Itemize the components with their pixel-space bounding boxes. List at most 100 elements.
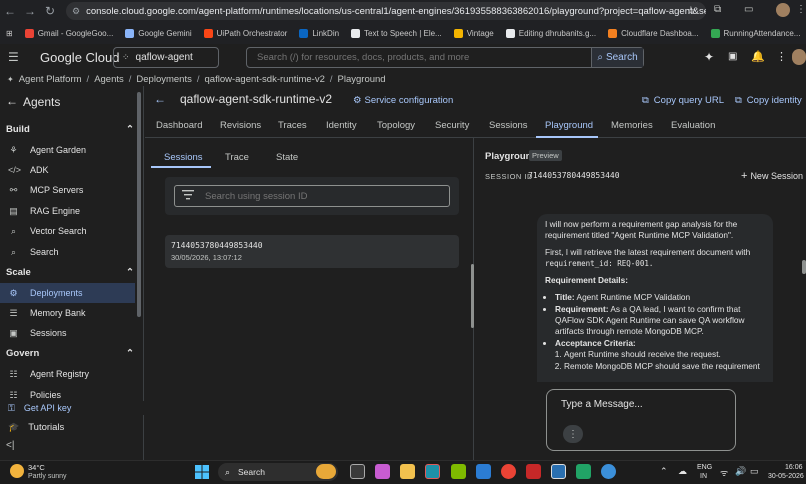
back-icon[interactable]: ← [0, 1, 20, 21]
nav-item-agent-garden[interactable]: ⚘ Agent Garden [0, 140, 135, 160]
cloud-shell-icon[interactable]: ▣ [728, 51, 737, 62]
network-app-icon[interactable] [601, 464, 616, 479]
nav-scrollbar[interactable] [137, 92, 141, 317]
more-options-icon[interactable]: ⋮ [563, 425, 583, 443]
subtab-sessions[interactable]: Sessions [164, 152, 203, 163]
gemini-sparkle-icon[interactable]: ✦ [704, 50, 714, 64]
wifi-icon[interactable]: ᯤ [720, 466, 728, 479]
tab-playground[interactable]: Playground [545, 120, 593, 131]
volume-icon[interactable]: 🔊 [735, 466, 746, 477]
file-explorer-icon[interactable] [400, 464, 415, 479]
extensions-icon[interactable]: ⧉ [714, 4, 721, 15]
copilot-icon[interactable] [375, 464, 390, 479]
panel-resize-handle[interactable] [471, 264, 474, 328]
bookmark-item[interactable]: LinkDin [299, 28, 339, 38]
session-search-input[interactable] [175, 190, 445, 202]
outlook-icon[interactable] [551, 464, 566, 479]
nav-item-deployments[interactable]: ⚙ Deployments [0, 283, 135, 303]
breadcrumb-item[interactable]: Agent Platform [19, 74, 82, 85]
subtab-trace[interactable]: Trace [225, 152, 249, 163]
nav-item-vector-search[interactable]: ⌕ Vector Search [0, 221, 135, 241]
tab-sessions[interactable]: Sessions [489, 120, 528, 131]
tutorials-link[interactable]: 🎓 Tutorials [0, 419, 144, 435]
new-session-button[interactable]: + New Session [741, 170, 803, 182]
site-info-icon[interactable]: ⚙ [72, 6, 80, 17]
nav-item-search[interactable]: ⌕ Search [0, 242, 135, 262]
bookmark-item[interactable]: Editing dhrubanits.g... [505, 28, 596, 38]
bookmark-item[interactable]: Text to Speech | Ele... [351, 28, 442, 38]
tab-memories[interactable]: Memories [611, 120, 653, 131]
tab-security[interactable]: Security [435, 120, 469, 131]
forward-icon[interactable]: → [20, 1, 40, 21]
back-arrow-icon[interactable]: ← [6, 94, 18, 108]
breadcrumb-item[interactable]: Deployments [136, 74, 191, 85]
cloud-sync-icon[interactable]: ☁ [678, 466, 687, 477]
bookmark-item[interactable]: Gmail - GoogleGoo... [24, 28, 113, 38]
account-avatar[interactable] [792, 49, 806, 65]
nav-item-sessions[interactable]: ▣ Sessions [0, 323, 135, 343]
tab-traces[interactable]: Traces [278, 120, 307, 131]
bookmark-item[interactable]: Google Gemini [125, 28, 192, 38]
main-menu-icon[interactable]: ☰ [8, 50, 19, 64]
more-options-icon[interactable]: ⋮ [776, 50, 787, 63]
browser-menu-icon[interactable]: ⋮ [796, 4, 806, 15]
session-list-item[interactable] [165, 235, 459, 268]
profile-avatar[interactable] [776, 3, 790, 17]
session-search-field[interactable] [174, 185, 450, 207]
project-picker[interactable]: ⁘ qaflow-agent [113, 47, 219, 68]
nav-section-build[interactable]: Build ⌃ [6, 124, 134, 135]
tab-search-icon[interactable]: ▭ [744, 4, 753, 15]
weather-icon[interactable] [10, 464, 24, 478]
nav-section-scale[interactable]: Scale ⌃ [6, 267, 134, 278]
breadcrumb-item[interactable]: qaflow-agent-sdk-runtime-v2 [205, 74, 325, 85]
google-cloud-logo[interactable]: Google Cloud [40, 50, 120, 65]
chevron-up-icon[interactable]: ⌃ [660, 466, 668, 477]
reload-icon[interactable]: ↻ [40, 1, 60, 21]
tab-topology[interactable]: Topology [377, 120, 415, 131]
bookmark-item[interactable]: Cloudflare Dashboa... [608, 28, 699, 38]
excel-icon[interactable] [576, 464, 591, 479]
store-icon[interactable] [451, 464, 466, 479]
breadcrumb-item[interactable]: Agents [94, 74, 124, 85]
tab-revisions[interactable]: Revisions [220, 120, 261, 131]
back-arrow-icon[interactable]: ← [154, 92, 166, 106]
nav-item-mcp-servers[interactable]: ⚯ MCP Servers [0, 180, 135, 200]
notifications-icon[interactable]: 🔔 [751, 50, 765, 63]
bookmark-item[interactable]: Vintage [453, 28, 494, 38]
message-input[interactable] [561, 399, 721, 410]
edge-icon[interactable] [425, 464, 440, 479]
nav-item-memory-bank[interactable]: ☰ Memory Bank [0, 303, 135, 323]
address-bar[interactable]: ⚙ console.cloud.google.com/agent-platfor… [66, 2, 706, 20]
bookmark-item[interactable]: UiPath Orchestrator [203, 28, 287, 38]
service-configuration-button[interactable]: ⚙ Service configuration [353, 95, 453, 106]
tab-dashboard[interactable]: Dashboard [156, 120, 202, 131]
collapse-nav-icon[interactable]: <| [6, 440, 14, 451]
windows-start-icon[interactable] [195, 465, 209, 479]
search-button[interactable]: ⌕ Search [591, 48, 643, 67]
nav-item-adk[interactable]: </> ADK [0, 160, 135, 180]
clock-date[interactable]: 30-05-2026 [768, 473, 804, 480]
global-search-input[interactable] [247, 52, 587, 63]
filter-icon[interactable] [182, 190, 194, 200]
bookmark-item[interactable]: RunningAttendance... [710, 28, 800, 38]
bookmark-star-icon[interactable]: ☆ [686, 4, 696, 17]
tab-evaluation[interactable]: Evaluation [671, 120, 715, 131]
subtab-state[interactable]: State [276, 152, 298, 163]
chrome-icon[interactable] [501, 464, 516, 479]
mcafee-icon[interactable] [526, 464, 541, 479]
nav-section-govern[interactable]: Govern ⌃ [6, 348, 134, 359]
global-search[interactable]: ⌕ Search [246, 47, 644, 68]
nav-item-rag-engine[interactable]: ▤ RAG Engine [0, 201, 135, 221]
copy-query-url-button[interactable]: ⧉ Copy query URL [642, 95, 724, 106]
vscode-icon[interactable] [476, 464, 491, 479]
chat-scrollbar[interactable] [802, 260, 806, 274]
nav-item-agent-registry[interactable]: ☷ Agent Registry [0, 364, 135, 384]
tab-identity[interactable]: Identity [326, 120, 357, 131]
apps-icon[interactable]: ⊞ [6, 29, 13, 38]
search-highlight-icon[interactable] [316, 464, 336, 479]
clock-time[interactable]: 16:06 [785, 464, 803, 471]
copy-identity-button[interactable]: ⧉ Copy identity [735, 95, 802, 106]
get-api-key-link[interactable]: ⚿ Get API key [0, 401, 144, 415]
language-indicator[interactable]: ENG [697, 464, 712, 471]
task-view-icon[interactable] [350, 464, 365, 479]
